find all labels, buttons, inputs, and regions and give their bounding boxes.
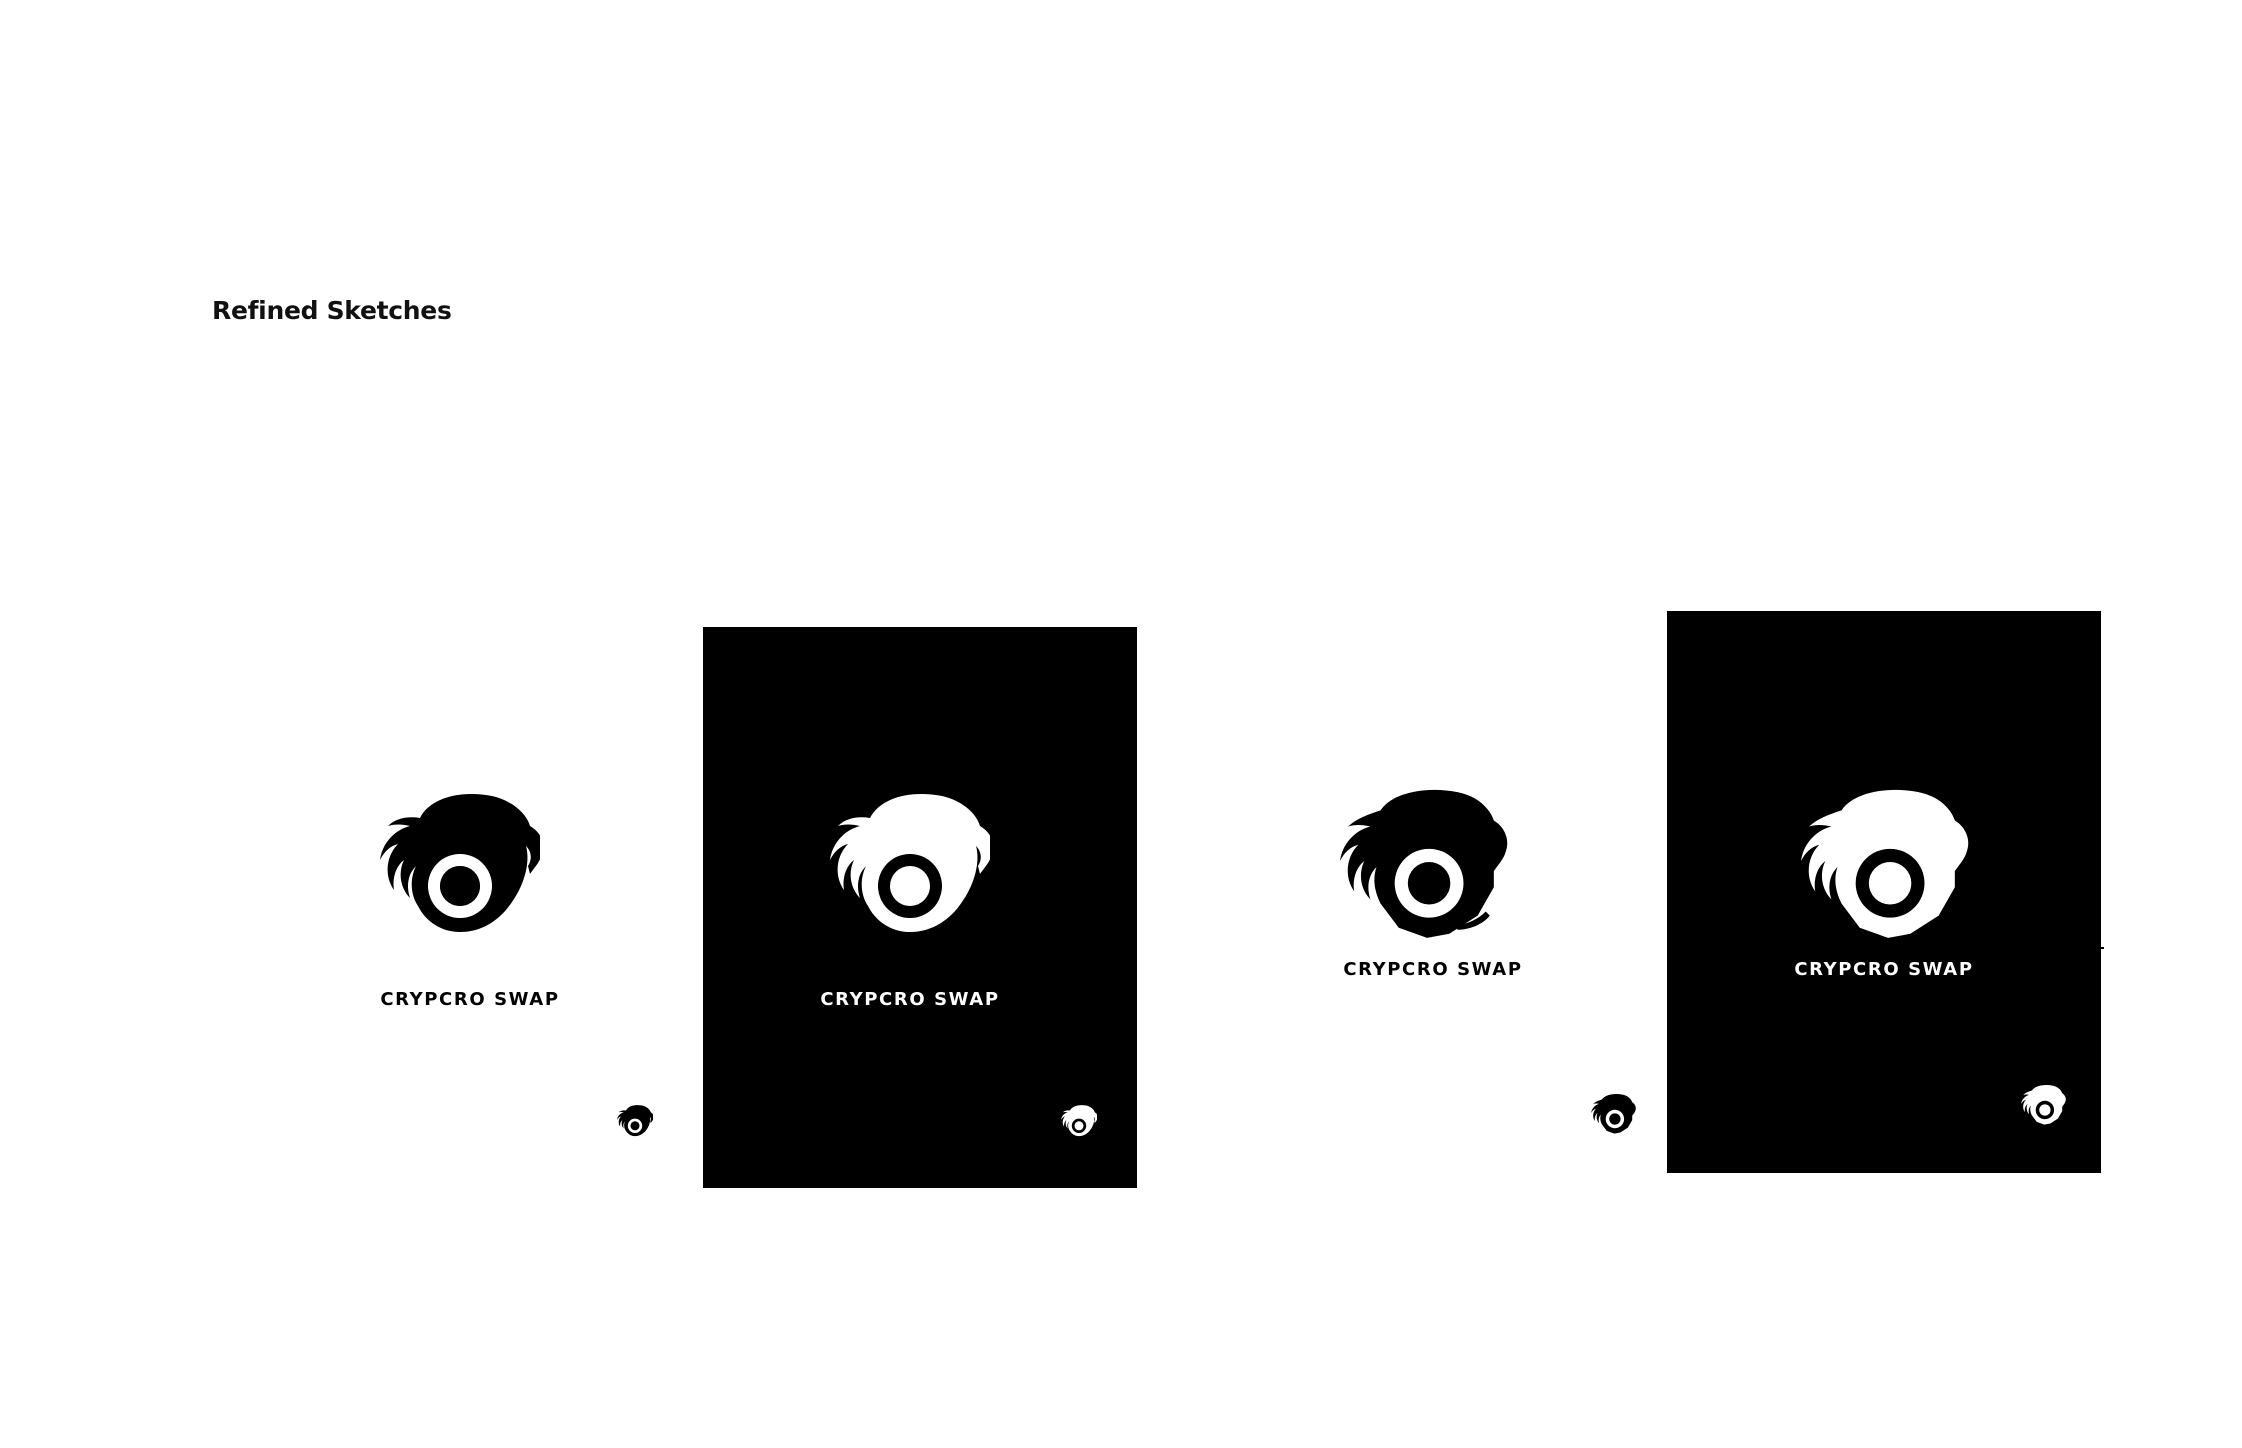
sketch-panel-shield-dark: CRYPCRO SWAP <box>1667 611 2101 1173</box>
wordmark: CRYPCRO SWAP <box>380 989 560 1010</box>
sketch-panel-round-dark: CRYPCRO SWAP <box>703 627 1137 1188</box>
stray-mark <box>2101 947 2104 949</box>
sketch-panel-shield-light: CRYPCRO SWAP <box>1290 611 1660 1171</box>
eagle-coin-icon <box>830 790 990 935</box>
sketch-panel-round-light: CRYPCRO SWAP <box>330 627 700 1187</box>
eagle-shield-icon <box>1336 786 1508 943</box>
eagle-coin-small-icon <box>1061 1104 1097 1137</box>
eagle-shield-icon <box>1797 786 1969 943</box>
eagle-shield-small-icon <box>1590 1093 1636 1135</box>
section-title: Refined Sketches <box>212 296 452 325</box>
wordmark: CRYPCRO SWAP <box>820 989 1000 1010</box>
eagle-coin-small-icon <box>617 1104 653 1137</box>
eagle-coin-icon <box>380 790 540 935</box>
wordmark: CRYPCRO SWAP <box>1794 959 1974 980</box>
wordmark: CRYPCRO SWAP <box>1343 959 1523 980</box>
eagle-shield-small-icon <box>2020 1084 2066 1126</box>
